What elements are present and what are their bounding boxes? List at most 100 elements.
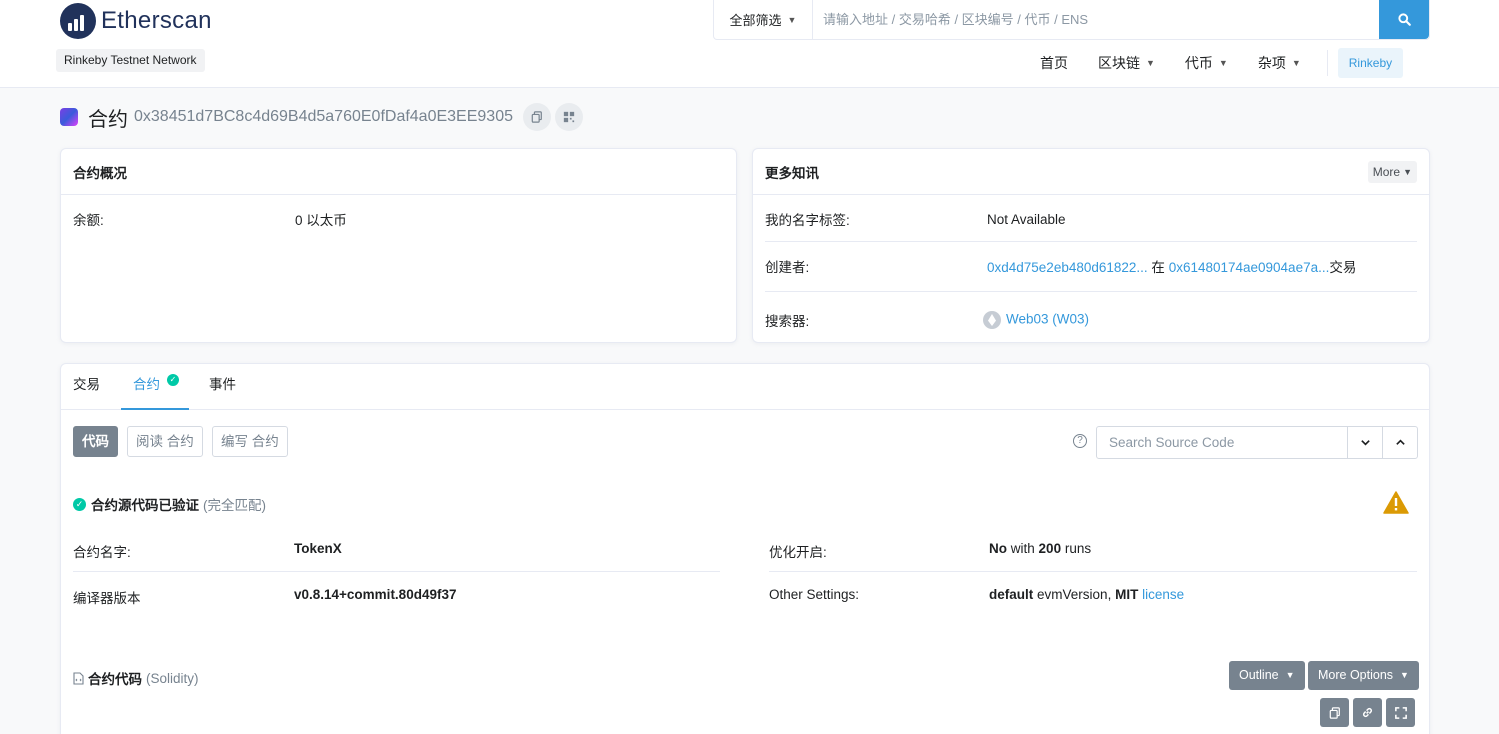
token-tracker-link[interactable]: Web03 (W03) [1006,312,1089,327]
tab-contract-label: 合约 [133,377,160,392]
more-info-card: 更多知讯 More ▼ 我的名字标签: Not Available 创建者: 0x… [752,148,1430,343]
more-options-button-label: More Options [1318,668,1394,682]
optimization-runs-suffix: runs [1064,541,1092,556]
network-badge: Rinkeby Testnet Network [56,49,205,72]
chevron-down-icon: ▼ [1285,670,1295,680]
nav-misc[interactable]: 杂项 ▼ [1258,53,1301,73]
evm-version-text: evmVersion, [1037,587,1112,602]
logo-text: Etherscan [101,7,212,34]
chevron-down-icon: ▼ [1291,58,1301,68]
token-icon [983,311,1001,329]
creator-address-link[interactable]: 0xd4d75e2eb480d61822... [987,260,1148,275]
license-link[interactable]: license [1142,587,1184,602]
evm-version-default: default [989,587,1034,602]
outline-button-label: Outline [1239,668,1279,682]
nav-blockchain-label: 区块链 [1098,55,1140,71]
nav-blockchain[interactable]: 区块链 ▼ [1098,53,1155,73]
search-input[interactable] [813,0,1379,39]
creator-label: 创建者: [765,260,810,275]
network-switch-button[interactable]: Rinkeby [1337,48,1404,78]
creator-row: 创建者: 0xd4d75e2eb480d61822... 在 0x6148017… [765,256,1417,276]
more-options-dropdown-button[interactable]: More Options ▼ [1308,661,1419,690]
optimization-with: with [1010,541,1035,556]
expand-icon [1394,706,1407,719]
contract-details-card: 交易 合约 ✓ 事件 代码 阅读 合约 编写 合约 ? ✓ 合约源代码已验证 (完… [60,363,1430,734]
tab-contract[interactable]: 合约 ✓ [121,364,189,410]
contract-name-text: TokenX [294,541,342,556]
etherscan-logo[interactable]: Etherscan [60,3,212,39]
code-tab-code[interactable]: 代码 [73,426,118,457]
chevron-down-icon: ▼ [1218,58,1228,68]
copy-address-button[interactable] [522,103,551,131]
balance-row: 余额: 0 以太币 [73,209,724,229]
nav-home-label: 首页 [1040,55,1068,71]
chevron-down-icon: ▼ [787,14,797,25]
compiler-version-value: v0.8.14+commit.80d49f37 [294,587,456,602]
code-tab-read-contract[interactable]: 阅读 合约 [127,426,203,457]
contract-name-value: TokenX [294,541,342,556]
optimization-value: No with 200 runs [989,541,1091,556]
search-button[interactable] [1379,0,1429,39]
verified-subtitle: (完全匹配) [203,498,266,513]
compiler-version-label: 编译器版本 [73,591,141,606]
creator-tx-link[interactable]: 0x61480174ae0904ae7a... [1169,260,1330,275]
main-nav: 首页 区块链 ▼ 代币 ▼ 杂项 ▼ Rinkeby [1040,48,1404,78]
name-tag-value: Not Available [987,211,1066,227]
more-button-label: More [1372,164,1401,179]
overview-header: 合约概况 [61,149,736,195]
verified-check-icon: ✓ [167,374,179,386]
help-icon[interactable]: ? [1073,434,1087,448]
outline-dropdown-button[interactable]: Outline ▼ [1229,661,1305,690]
nav-misc-label: 杂项 [1257,55,1286,71]
copy-icon [1329,706,1340,719]
name-tag-label: 我的名字标签: [765,213,850,228]
qr-code-button[interactable] [554,103,583,131]
tab-transactions[interactable]: 交易 [61,364,112,410]
creator-tx-suffix: 交易 [1329,260,1357,275]
source-code-title: 合约代码 [88,672,142,687]
source-code-language: (Solidity) [146,670,199,686]
search-bar: 全部筛选 ▼ [713,0,1430,40]
source-search-input[interactable] [1097,427,1347,458]
source-code-header: 合约代码 (Solidity) [73,668,199,688]
creator-in-text: 在 [1151,260,1165,275]
contract-name-label: 合约名字: [73,545,131,560]
check-circle-icon: ✓ [73,497,86,511]
verified-title: 合约源代码已验证 [91,498,199,513]
chevron-down-icon: ▼ [1400,670,1409,680]
search-prev-button[interactable] [1382,427,1417,458]
overview-header-label: 合约概况 [73,165,127,181]
warning-icon[interactable] [1383,491,1409,517]
source-search [1096,426,1418,459]
contract-overview-card: 合约概况 余额: 0 以太币 [60,148,737,343]
copy-icon [531,111,542,123]
other-settings-label: Other Settings: [769,587,860,602]
chevron-up-icon [1395,439,1405,445]
search-next-button[interactable] [1347,427,1382,458]
more-info-header: 更多知讯 More ▼ [753,149,1429,195]
permalink-button[interactable] [1353,698,1382,727]
page-title-label: 合约 [88,108,128,131]
nav-tokens-label: 代币 [1184,55,1213,71]
tracker-value: Web03 (W03) [983,311,1089,329]
divider [765,291,1417,292]
code-tab-write-contract[interactable]: 编写 合约 [212,426,288,457]
nav-home[interactable]: 首页 [1040,53,1068,73]
nav-divider [1326,50,1328,76]
name-tag-row: 我的名字标签: Not Available [765,209,1417,229]
verification-status: ✓ 合约源代码已验证 (完全匹配) [73,494,266,514]
compiler-version-text: v0.8.14+commit.80d49f37 [294,587,457,602]
link-icon [1362,707,1373,718]
optimization-enabled: No [989,541,1007,556]
tracker-label: 搜索器: [765,314,810,329]
fullscreen-button[interactable] [1386,698,1415,727]
nav-tokens[interactable]: 代币 ▼ [1185,53,1228,73]
search-filter-dropdown[interactable]: 全部筛选 ▼ [714,0,813,39]
copy-source-button[interactable] [1320,698,1349,727]
divider [769,571,1417,572]
tab-bar: 交易 合约 ✓ 事件 [61,364,1429,410]
more-dropdown-button[interactable]: More ▼ [1367,160,1417,183]
chevron-down-icon: ▼ [1403,166,1412,177]
etherscan-logo-icon [60,3,96,39]
tab-events[interactable]: 事件 [197,364,248,410]
